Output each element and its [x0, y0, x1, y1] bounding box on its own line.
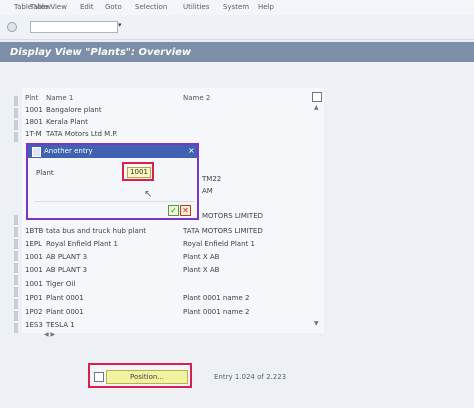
row-selector[interactable] [14, 215, 18, 225]
dialog-separator [34, 201, 194, 202]
menu-help[interactable]: Help [258, 3, 274, 11]
enter-icon[interactable] [7, 22, 17, 32]
confirm-icon[interactable]: ✓ [168, 205, 179, 216]
entry-counter: Entry 1.024 of 2.223 [214, 373, 287, 381]
table-cell: AM [202, 187, 213, 195]
row-selector[interactable] [14, 299, 18, 309]
table-cell: 1T-M [25, 130, 42, 138]
table-cell: 1801 [25, 118, 43, 126]
vertical-scrollbar[interactable]: ▲ ▼ [314, 104, 320, 330]
table-cell: 1ES3 [25, 321, 43, 329]
dialog-window-icon [32, 147, 41, 157]
table-cell: Plant 0001 [46, 308, 84, 316]
menu-bar: Table View Table View Edit Goto Selectio… [0, 0, 474, 15]
table-cell: Royal Enfield Plant 1 [183, 240, 255, 248]
another-entry-dialog: Another entry × Plant 1001 ↖ ✓ ✕ [26, 143, 199, 220]
chevron-down-icon[interactable]: ▾ [118, 21, 122, 29]
row-selector[interactable] [14, 120, 18, 130]
column-header-name1[interactable]: Name 1 [46, 94, 73, 102]
column-header-name2[interactable]: Name 2 [183, 94, 210, 102]
scroll-down-icon[interactable]: ▼ [314, 320, 319, 327]
cancel-icon[interactable]: ✕ [180, 205, 191, 216]
column-settings-icon[interactable] [312, 92, 322, 102]
table-cell: Tiger Oil [46, 280, 76, 288]
row-selector[interactable] [14, 96, 18, 106]
mouse-cursor-icon: ↖ [144, 189, 153, 200]
row-selector[interactable] [14, 311, 18, 321]
menu-edit[interactable]: Edit [80, 3, 94, 11]
table-cell: Kerala Plant [46, 118, 88, 126]
table-cell: TATA Motors Ltd M.P. [46, 130, 118, 138]
plant-input[interactable]: 1001 [127, 167, 151, 178]
row-selector[interactable] [14, 227, 18, 237]
table-cell: Plant 0001 [46, 294, 84, 302]
table-cell: 1001 [25, 266, 43, 274]
table-cell: Plant X AB [183, 253, 220, 261]
table-cell: tata bus and truck hub plant [46, 227, 147, 235]
plant-input-highlight: 1001 [122, 162, 154, 181]
position-button[interactable]: Position... [106, 370, 188, 384]
row-selector[interactable] [14, 132, 18, 142]
table-cell: Royal Enfield Plant 1 [46, 240, 118, 248]
row-selector[interactable] [14, 275, 18, 285]
row-selector[interactable] [14, 323, 18, 333]
table-cell: AB PLANT 3 [46, 253, 88, 261]
table-cell: TESLA 1 [46, 321, 75, 329]
table-cell: Plant 0001 name 2 [183, 294, 250, 302]
position-highlight: Position... [88, 363, 192, 388]
table-cell: 1P01 [25, 294, 43, 302]
menu-table-view-label[interactable]: Table View [30, 3, 67, 11]
row-selector[interactable] [14, 108, 18, 118]
table-cell: Bangalore plant [46, 106, 102, 114]
table-cell: TATA MOTORS LIMITED [183, 227, 263, 235]
standard-toolbar: ▾ [0, 15, 474, 40]
table-cell: Plant 0001 name 2 [183, 308, 250, 316]
menu-goto[interactable]: Goto [105, 3, 122, 11]
horizontal-scroll-arrows[interactable]: ◀ ▶ [44, 331, 55, 338]
menu-utilities[interactable]: Utilities [183, 3, 209, 11]
title-bar: Display View "Plants": Overview [0, 42, 474, 62]
row-selector[interactable] [14, 239, 18, 249]
command-field[interactable] [30, 21, 118, 33]
table-cell: TM22 [202, 175, 222, 183]
page-title: Display View "Plants": Overview [10, 47, 192, 58]
table-cell: 1001 [25, 280, 43, 288]
row-selector[interactable] [14, 263, 18, 273]
table-cell: 1001 [25, 253, 43, 261]
table-cell: MOTORS LIMITED [202, 212, 264, 220]
plant-label: Plant [36, 169, 54, 177]
position-icon [94, 372, 104, 382]
table-cell: AB PLANT 3 [46, 266, 88, 274]
table-cell: 1EPL [25, 240, 42, 248]
row-selector[interactable] [14, 287, 18, 297]
scroll-up-icon[interactable]: ▲ [314, 104, 319, 111]
row-selector[interactable] [14, 251, 18, 261]
table-cell: 1BTB [25, 227, 44, 235]
dialog-title-bar: Another entry × [28, 145, 197, 158]
menu-system[interactable]: System [223, 3, 249, 11]
menu-selection[interactable]: Selection [135, 3, 167, 11]
close-icon[interactable]: × [188, 146, 195, 155]
table-cell: Plant X AB [183, 266, 220, 274]
table-cell: 1001 [25, 106, 43, 114]
column-header-plant[interactable]: Plnt [25, 94, 38, 102]
dialog-title: Another entry [44, 147, 93, 155]
table-cell: 1P02 [25, 308, 43, 316]
